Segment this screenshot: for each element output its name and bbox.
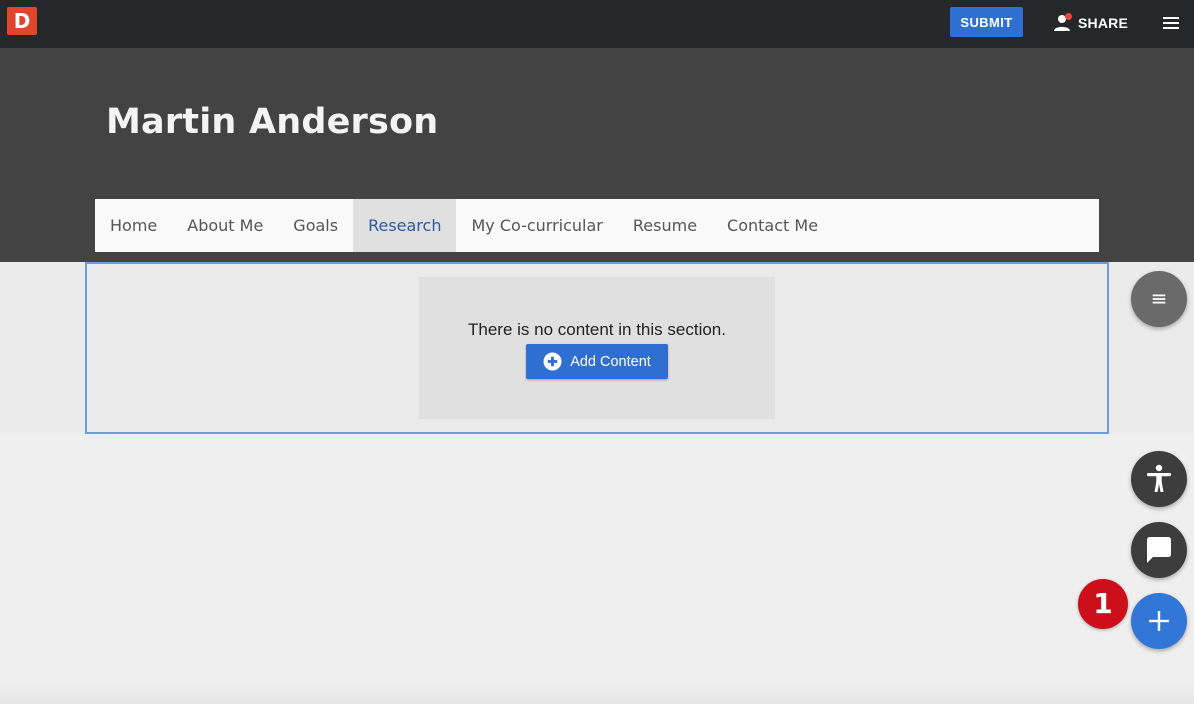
section-menu-button[interactable]	[1131, 271, 1187, 327]
empty-message: There is no content in this section.	[468, 320, 726, 339]
nav-item-resume[interactable]: Resume	[618, 199, 712, 252]
nav-item-contact-me[interactable]: Contact Me	[712, 199, 833, 252]
hamburger-menu-icon[interactable]	[1160, 12, 1182, 34]
nav-item-about-me[interactable]: About Me	[172, 199, 278, 252]
empty-section-placeholder: There is no content in this section. Add…	[419, 277, 775, 419]
step-badge: 1	[1078, 579, 1128, 629]
section-nav: Home About Me Goals Research My Co-curri…	[95, 199, 1099, 252]
accessibility-icon	[1147, 464, 1171, 492]
add-content-button[interactable]: Add Content	[526, 344, 668, 379]
nav-item-co-curricular[interactable]: My Co-curricular	[456, 199, 617, 252]
list-menu-icon	[1152, 294, 1166, 304]
nav-item-research[interactable]: Research	[353, 199, 457, 252]
page-title: Martin Anderson	[106, 102, 439, 142]
plus-circle-icon	[543, 352, 562, 371]
app-logo[interactable]: D	[7, 7, 37, 35]
share-label: SHARE	[1078, 15, 1129, 31]
share-button[interactable]: SHARE	[1052, 8, 1128, 38]
nav-item-home[interactable]: Home	[95, 199, 172, 252]
bottom-shade	[0, 684, 1194, 704]
top-bar: D SUBMIT SHARE	[0, 0, 1194, 48]
nav-item-goals[interactable]: Goals	[278, 199, 353, 252]
chat-bubble-icon	[1147, 537, 1171, 563]
add-content-label: Add Content	[570, 353, 651, 370]
accessibility-button[interactable]	[1131, 451, 1187, 507]
add-fab-button[interactable]	[1131, 593, 1187, 649]
chat-button[interactable]	[1131, 522, 1187, 578]
plus-icon	[1149, 611, 1169, 631]
notification-dot	[1065, 13, 1072, 20]
submit-button[interactable]: SUBMIT	[950, 7, 1023, 37]
person-icon	[1052, 13, 1072, 33]
